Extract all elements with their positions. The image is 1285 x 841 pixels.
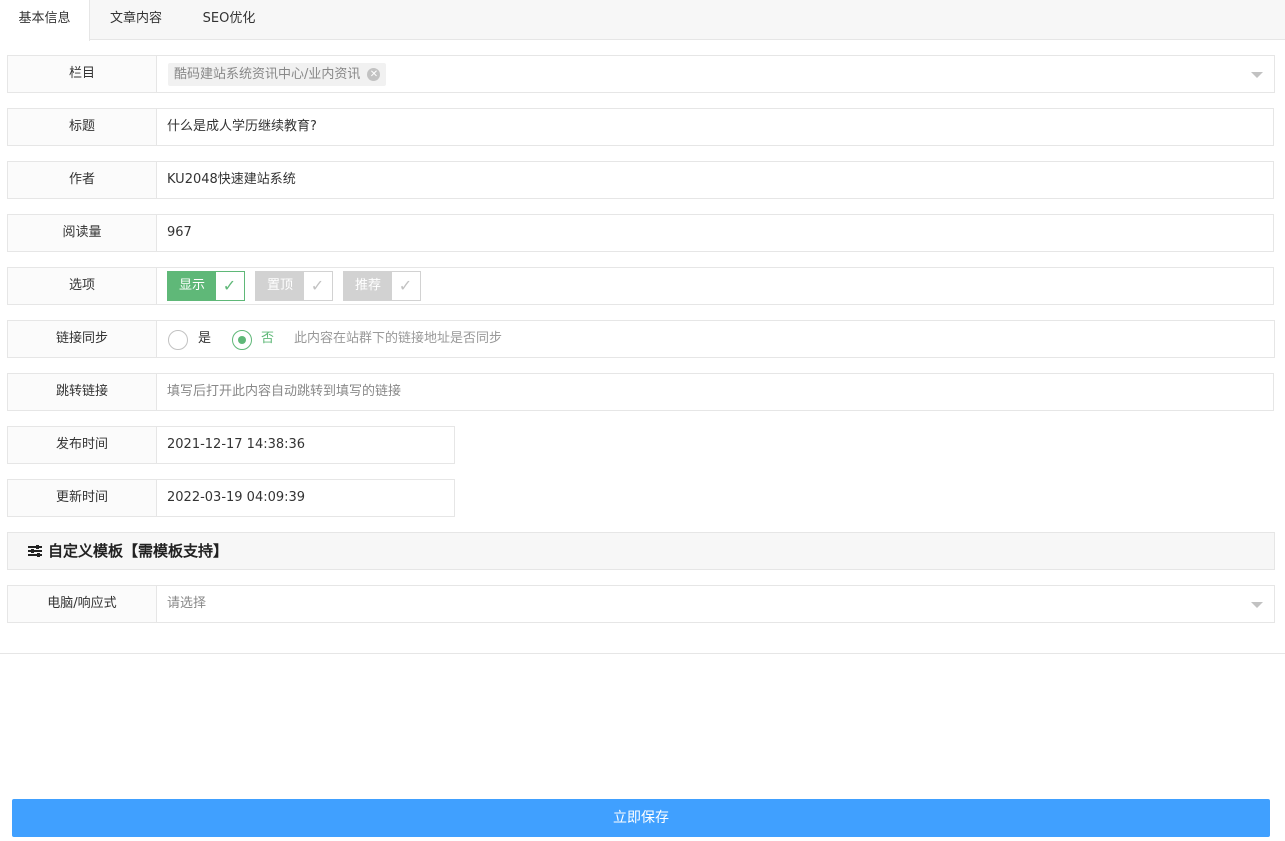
column-select[interactable]: 酷码建站系统资讯中心/业内资讯 ✕ <box>156 55 1275 93</box>
pc-template-placeholder: 请选择 <box>167 596 207 611</box>
author-label: 作者 <box>7 161 157 199</box>
radio-yes[interactable] <box>168 330 188 350</box>
link-sync-hint: 此内容在站群下的链接地址是否同步 <box>294 331 503 346</box>
checkbox-recommend[interactable]: 推荐 ✓ <box>343 271 421 301</box>
tab-bar: 基本信息 文章内容 SEO优化 <box>0 0 1285 41</box>
author-input[interactable]: KU2048快速建站系统 <box>156 161 1274 199</box>
link-sync-label: 链接同步 <box>7 320 157 358</box>
check-icon: ✓ <box>222 276 237 295</box>
custom-template-header: 自定义模板【需模板支持】 <box>7 532 1275 570</box>
save-button[interactable]: 立即保存 <box>12 799 1270 837</box>
views-input[interactable]: 967 <box>156 214 1274 252</box>
publish-time-label: 发布时间 <box>7 426 157 464</box>
chevron-down-icon[interactable] <box>1251 602 1263 608</box>
checkbox-show-label: 显示 <box>168 272 216 300</box>
checkbox-show[interactable]: 显示 ✓ <box>167 271 245 301</box>
close-icon[interactable]: ✕ <box>367 68 381 81</box>
check-icon: ✓ <box>398 276 413 295</box>
redirect-label: 跳转链接 <box>7 373 157 411</box>
sliders-icon <box>28 534 42 570</box>
checkbox-top[interactable]: 置顶 ✓ <box>255 271 333 301</box>
link-sync-field: 是 否 此内容在站群下的链接地址是否同步 <box>156 320 1275 358</box>
pc-template-label: 电脑/响应式 <box>7 585 157 623</box>
radio-no[interactable] <box>232 330 252 350</box>
column-chip: 酷码建站系统资讯中心/业内资讯 ✕ <box>168 63 387 86</box>
update-time-input[interactable]: 2022-03-19 04:09:39 <box>156 479 455 517</box>
checkbox-top-label: 置顶 <box>256 272 304 300</box>
update-time-label: 更新时间 <box>7 479 157 517</box>
publish-time-input[interactable]: 2021-12-17 14:38:36 <box>156 426 455 464</box>
checkbox-recommend-label: 推荐 <box>344 272 392 300</box>
divider <box>0 653 1285 654</box>
redirect-input[interactable]: 填写后打开此内容自动跳转到填写的链接 <box>156 373 1274 411</box>
chevron-down-icon[interactable] <box>1251 72 1263 78</box>
title-input[interactable]: 什么是成人学历继续教育? <box>156 108 1274 146</box>
pc-template-select[interactable]: 请选择 <box>156 585 1275 623</box>
tab-basic-info[interactable]: 基本信息 <box>0 0 90 41</box>
radio-yes-label[interactable]: 是 <box>198 321 211 357</box>
options-label: 选项 <box>7 267 157 305</box>
check-icon: ✓ <box>310 276 325 295</box>
options-field: 显示 ✓ 置顶 ✓ 推荐 ✓ <box>156 267 1274 305</box>
column-label: 栏目 <box>7 55 157 93</box>
column-chip-text: 酷码建站系统资讯中心/业内资讯 <box>174 67 361 82</box>
tab-article-content[interactable]: 文章内容 <box>90 0 182 40</box>
radio-no-label[interactable]: 否 <box>261 321 274 357</box>
views-label: 阅读量 <box>7 214 157 252</box>
tab-seo[interactable]: SEO优化 <box>182 0 276 40</box>
title-label: 标题 <box>7 108 157 146</box>
custom-template-title: 自定义模板【需模板支持】 <box>48 542 229 560</box>
